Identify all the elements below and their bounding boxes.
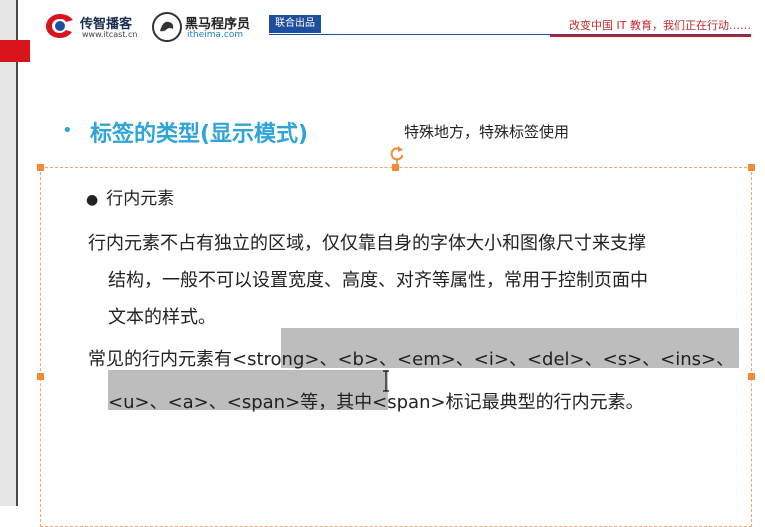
paragraph1-line2: 结构，一般不可以设置宽度、高度、对齐等属性，常用于控制页面中 xyxy=(108,270,648,291)
left-red-marker xyxy=(0,40,30,62)
text-cursor-icon xyxy=(383,370,389,392)
brand-itcast-url: www.itcast.cn xyxy=(82,30,138,39)
itheima-logo-icon xyxy=(152,12,182,42)
header-slogan: 改变中国 IT 教育，我们正在行动…… xyxy=(569,19,751,32)
slide-subtitle[interactable]: 特殊地方，特殊标签使用 xyxy=(404,121,569,142)
paragraph-common-inline-elements[interactable]: 常见的行内元素有<strong>、<b>、<em>、<i>、<del>、<s>、… xyxy=(88,338,738,424)
header-divider-red xyxy=(550,35,751,37)
slide-title[interactable]: 标签的类型(显示模式) xyxy=(90,116,308,148)
joint-production-badge: 联合出品 xyxy=(269,15,321,33)
paragraph-inline-definition[interactable]: 行内元素不占有独立的区域，仅仅靠自身的字体大小和图像尺寸来支撑 结构，一般不可以… xyxy=(88,225,738,336)
resize-handle-middle-left[interactable] xyxy=(37,373,44,380)
left-rail xyxy=(0,0,16,506)
bullet-disc-icon: ● xyxy=(86,192,99,208)
resize-handle-middle-right[interactable] xyxy=(748,373,755,380)
bullet-inline-elements[interactable]: ● 行内元素 xyxy=(86,184,174,209)
resize-handle-top-left[interactable] xyxy=(37,164,44,171)
resize-handle-top-right[interactable] xyxy=(748,164,755,171)
brand-itheima-url: itheima.com xyxy=(187,30,244,40)
paragraph2-line1: 常见的行内元素有<strong>、<b>、<em>、<i>、<del>、<s>、… xyxy=(88,349,735,370)
rotate-handle-icon[interactable] xyxy=(388,144,406,164)
paragraph1-line1: 行内元素不占有独立的区域，仅仅靠自身的字体大小和图像尺寸来支撑 xyxy=(88,233,646,254)
resize-handle-top-center[interactable] xyxy=(392,164,399,171)
title-bullet-icon: • xyxy=(62,120,73,141)
paragraph2-line2: <u>、<a>、<span>等，其中<span>标记最典型的行内元素。 xyxy=(108,392,644,413)
left-rail-edge xyxy=(16,0,18,506)
bullet-inline-elements-label: 行内元素 xyxy=(106,189,175,209)
itcast-logo-icon xyxy=(46,14,73,38)
